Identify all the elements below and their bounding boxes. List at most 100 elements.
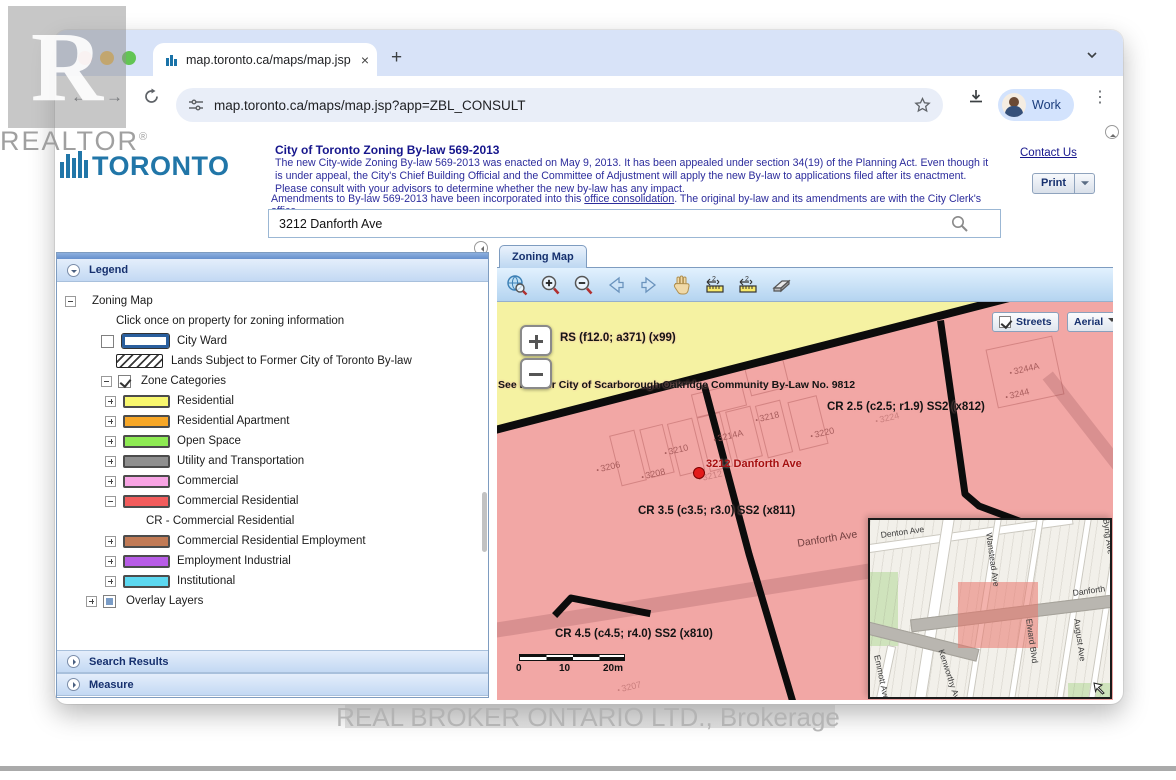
search-results-header[interactable]: Search Results	[57, 650, 488, 673]
expand-arrow-icon[interactable]	[67, 655, 80, 668]
collapse-expander-icon[interactable]	[101, 376, 112, 387]
overlay-layers-label: Overlay Layers	[126, 595, 203, 607]
tree-item-zone-child: CR - Commercial Residential	[57, 511, 488, 531]
streets-toggle[interactable]: Streets	[992, 312, 1059, 332]
tree-item-lands: Lands Subject to Former City of Toronto …	[57, 351, 488, 371]
collapse-expander-icon[interactable]	[105, 496, 116, 507]
tree-item-zone: Commercial Residential Employment	[57, 531, 488, 551]
panel-scrollbar-thumb[interactable]	[482, 492, 487, 552]
print-button[interactable]: Print	[1032, 173, 1095, 194]
expand-expander-icon[interactable]	[105, 416, 116, 427]
svg-text:2: 2	[712, 276, 716, 283]
next-extent-icon[interactable]	[637, 273, 661, 297]
zone-swatch	[123, 555, 170, 568]
collapse-expander-icon[interactable]	[65, 296, 76, 307]
search-icon[interactable]	[950, 214, 969, 233]
browser-tab-strip: map.toronto.ca/maps/map.jsp × +	[55, 30, 1123, 76]
tab-search-chevron-icon[interactable]	[1083, 46, 1101, 64]
legend-panel: Legend Zoning Map Click once on property…	[56, 252, 489, 698]
zone-label: Employment Industrial	[177, 555, 291, 567]
legend-tree: Zoning Map Click once on property for zo…	[57, 282, 488, 650]
lands-hatch-swatch	[116, 354, 163, 368]
realtor-logo-watermark: R	[8, 6, 126, 128]
city-ward-label: City Ward	[177, 335, 227, 347]
streets-checkbox[interactable]	[999, 316, 1011, 328]
overlay-layers-checkbox[interactable]	[103, 595, 116, 608]
profile-name: Work	[1032, 98, 1061, 112]
search-results-title: Search Results	[89, 656, 168, 668]
expand-expander-icon[interactable]	[105, 556, 116, 567]
reload-icon[interactable]	[143, 88, 160, 105]
tree-item-zone: Commercial	[57, 471, 488, 491]
zoom-out-icon[interactable]	[571, 273, 595, 297]
brokerage-watermark-text: REAL BROKER ONTARIO LTD., Brokerage	[0, 702, 1176, 733]
map-zoom-in-button[interactable]	[520, 325, 552, 356]
new-tab-button[interactable]: +	[391, 47, 402, 69]
measure-area-icon[interactable]: 2	[736, 273, 760, 297]
browser-tab[interactable]: map.toronto.ca/maps/map.jsp ×	[153, 43, 377, 76]
expand-expander-icon[interactable]	[105, 536, 116, 547]
inset-resize-arrow-icon[interactable]	[1092, 681, 1106, 695]
tree-item-zone: Commercial Residential	[57, 491, 488, 511]
zone-swatch	[123, 435, 170, 448]
bottom-divider	[0, 766, 1176, 771]
map-toolbar: 2 2	[497, 268, 1113, 302]
chevron-down-icon	[1108, 318, 1113, 326]
pan-hand-icon[interactable]	[670, 273, 694, 297]
previous-extent-icon[interactable]	[604, 273, 628, 297]
expand-arrow-icon[interactable]	[67, 678, 80, 691]
collapse-arrow-icon[interactable]	[67, 264, 80, 277]
measure-header[interactable]: Measure	[57, 673, 488, 696]
zoom-full-extent-icon[interactable]	[505, 273, 529, 297]
map-zoom-out-button[interactable]	[520, 358, 552, 389]
zone-label: Residential Apartment	[177, 415, 290, 427]
zone-categories-label: Zone Categories	[141, 375, 226, 387]
scale-tick: 10	[559, 663, 570, 674]
overview-inset-map[interactable]: Denton Ave Wanstead Ave Byng Ave Danfort…	[868, 518, 1112, 699]
zone-swatch	[123, 395, 170, 408]
zoning-map-canvas[interactable]: 3218 3224 3220 3214A 3210 3208 3212 3206…	[497, 302, 1113, 700]
office-consolidation-link[interactable]: office consolidation	[584, 193, 674, 205]
screenshot-root: map.toronto.ca/maps/map.jsp × + ← → map.…	[0, 0, 1176, 780]
download-icon[interactable]	[967, 88, 985, 106]
url-bar[interactable]: map.toronto.ca/maps/map.jsp?app=ZBL_CONS…	[176, 88, 943, 122]
zone-categories-checkbox[interactable]	[118, 375, 131, 388]
print-label[interactable]: Print	[1032, 173, 1075, 194]
tab-close-icon[interactable]: ×	[361, 52, 369, 68]
expand-expander-icon[interactable]	[105, 576, 116, 587]
expand-expander-icon[interactable]	[105, 436, 116, 447]
measure-title: Measure	[89, 679, 134, 691]
map-scale-bar: 0 10 20m	[519, 654, 625, 661]
site-favicon	[165, 53, 179, 67]
aerial-label: Aerial	[1074, 316, 1103, 328]
legend-header[interactable]: Legend	[57, 259, 488, 282]
streets-label: Streets	[1016, 316, 1052, 328]
zone-label: Utility and Transportation	[177, 455, 304, 467]
browser-menu-icon[interactable]: ⋮	[1092, 87, 1108, 107]
property-marker-label: 3212 Danforth Ave	[706, 458, 802, 470]
zoning-map-tab[interactable]: Zoning Map	[499, 245, 587, 268]
zoom-in-icon[interactable]	[538, 273, 562, 297]
expand-expander-icon[interactable]	[105, 396, 116, 407]
site-settings-icon[interactable]	[188, 97, 204, 113]
zone-swatch	[123, 575, 170, 588]
tree-item-zone: Utility and Transportation	[57, 451, 488, 471]
expand-expander-icon[interactable]	[86, 596, 97, 607]
zone-label: Institutional	[177, 575, 235, 587]
expand-expander-icon[interactable]	[105, 476, 116, 487]
collapse-header-button[interactable]	[1105, 125, 1119, 139]
measure-distance-icon[interactable]: 2	[703, 273, 727, 297]
address-search-input[interactable]	[268, 209, 1001, 238]
bookmark-star-icon[interactable]	[914, 97, 931, 114]
contact-us-link[interactable]: Contact Us	[1020, 147, 1077, 159]
print-dropdown[interactable]	[1075, 173, 1095, 194]
tree-item-zoning-map: Zoning Map	[57, 291, 488, 311]
zone-label: Residential	[177, 395, 234, 407]
zone-swatch	[123, 495, 170, 508]
eraser-icon[interactable]	[769, 273, 793, 297]
expand-expander-icon[interactable]	[105, 456, 116, 467]
city-ward-checkbox[interactable]	[101, 335, 114, 348]
profile-chip[interactable]: Work	[998, 89, 1074, 121]
svg-text:2: 2	[745, 276, 749, 283]
aerial-dropdown[interactable]: Aerial	[1067, 312, 1113, 332]
